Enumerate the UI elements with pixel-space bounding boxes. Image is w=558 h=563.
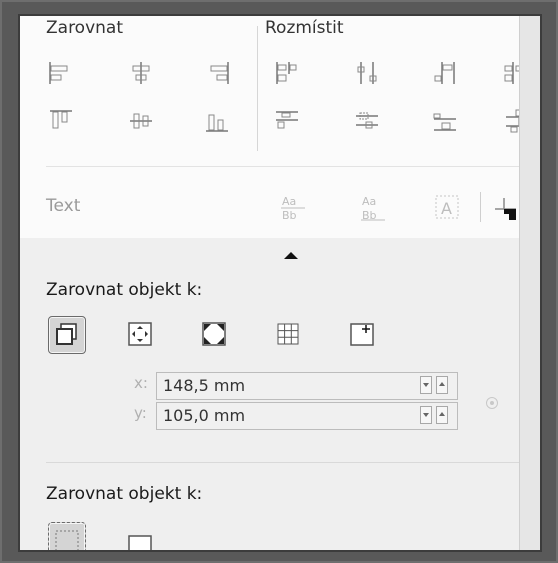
selection-bounds-icon bbox=[55, 530, 79, 550]
section-divider-2 bbox=[46, 462, 519, 463]
distribute-middle-icon[interactable] bbox=[352, 106, 382, 136]
group-separator bbox=[257, 26, 258, 151]
align-group-label: Zarovnat bbox=[46, 18, 123, 38]
align-right-icon[interactable] bbox=[202, 58, 232, 88]
align-to-section: Zarovnat objekt k: x: 148,5 mm y: 105,0 … bbox=[20, 238, 519, 550]
align-to-active-objects-button[interactable] bbox=[48, 316, 86, 354]
top-section: Zarovnat Rozmístit Text Aa Bb Aa Bb A bbox=[20, 16, 528, 238]
window-frame: Zarovnat Rozmístit Text Aa Bb Aa Bb A Za… bbox=[2, 2, 556, 561]
svg-text:Bb: Bb bbox=[282, 209, 297, 222]
collapse-arrow-icon[interactable] bbox=[284, 252, 298, 259]
vertical-scrollbar[interactable] bbox=[519, 16, 540, 550]
active-objects-icon bbox=[56, 323, 77, 345]
page-center-icon bbox=[202, 322, 226, 346]
align-top-icon[interactable] bbox=[46, 106, 76, 136]
svg-text:Aa: Aa bbox=[282, 195, 296, 208]
distribute-top-icon[interactable] bbox=[272, 106, 302, 136]
align-to-grid-button[interactable] bbox=[270, 316, 308, 354]
y-spin-up[interactable] bbox=[436, 406, 448, 424]
panel-content: Zarovnat Rozmístit Text Aa Bb Aa Bb A Za… bbox=[20, 16, 528, 550]
align-center-horizontal-icon[interactable] bbox=[126, 58, 156, 88]
distribute-left-icon[interactable] bbox=[272, 58, 302, 88]
align-to-option-button[interactable] bbox=[48, 522, 86, 550]
x-value: 148,5 mm bbox=[163, 376, 246, 395]
x-coordinate-field[interactable]: 148,5 mm bbox=[156, 372, 458, 400]
page-icon bbox=[128, 535, 152, 550]
text-first-baseline-icon[interactable]: Aa Bb bbox=[278, 192, 308, 222]
grid-icon bbox=[277, 323, 299, 345]
distribute-center-icon[interactable] bbox=[352, 58, 382, 88]
text-bounding-box-icon[interactable]: A bbox=[432, 192, 462, 222]
align-to-option-button-2[interactable] bbox=[122, 522, 160, 550]
specified-point-icon bbox=[350, 323, 374, 346]
align-left-icon[interactable] bbox=[46, 58, 76, 88]
distribute-bottom-icon[interactable] bbox=[430, 106, 460, 136]
align-to-specified-point-button[interactable] bbox=[344, 316, 382, 354]
align-to-page-center-button[interactable] bbox=[196, 316, 234, 354]
y-value: 105,0 mm bbox=[163, 406, 246, 425]
align-bottom-icon[interactable] bbox=[202, 106, 232, 136]
point-target-icon[interactable] bbox=[486, 397, 498, 409]
y-spin-down[interactable] bbox=[420, 406, 432, 424]
x-spin-down[interactable] bbox=[420, 376, 432, 394]
distribute-spacing-horizontal-icon[interactable] bbox=[430, 58, 460, 88]
outline-corner-icon[interactable] bbox=[490, 192, 520, 222]
y-coordinate-field[interactable]: 105,0 mm bbox=[156, 402, 458, 430]
x-spin-up[interactable] bbox=[436, 376, 448, 394]
distribute-group-label: Rozmístit bbox=[265, 18, 344, 38]
align-center-vertical-icon[interactable] bbox=[126, 106, 156, 136]
align-distribute-panel: Zarovnat Rozmístit Text Aa Bb Aa Bb A Za… bbox=[18, 14, 542, 552]
text-tools-separator bbox=[480, 192, 481, 222]
align-to-page-edge-button[interactable] bbox=[122, 316, 160, 354]
page-edge-icon bbox=[128, 322, 152, 346]
y-label: y: bbox=[134, 404, 147, 422]
x-label: x: bbox=[134, 374, 148, 392]
svg-text:Aa: Aa bbox=[362, 195, 376, 208]
section-divider bbox=[46, 166, 519, 167]
text-last-baseline-icon[interactable]: Aa Bb bbox=[358, 192, 388, 222]
text-section-label: Text bbox=[46, 196, 81, 216]
align-to-title-2: Zarovnat objekt k: bbox=[46, 484, 203, 504]
svg-text:A: A bbox=[441, 199, 452, 218]
align-to-title: Zarovnat objekt k: bbox=[46, 280, 203, 300]
